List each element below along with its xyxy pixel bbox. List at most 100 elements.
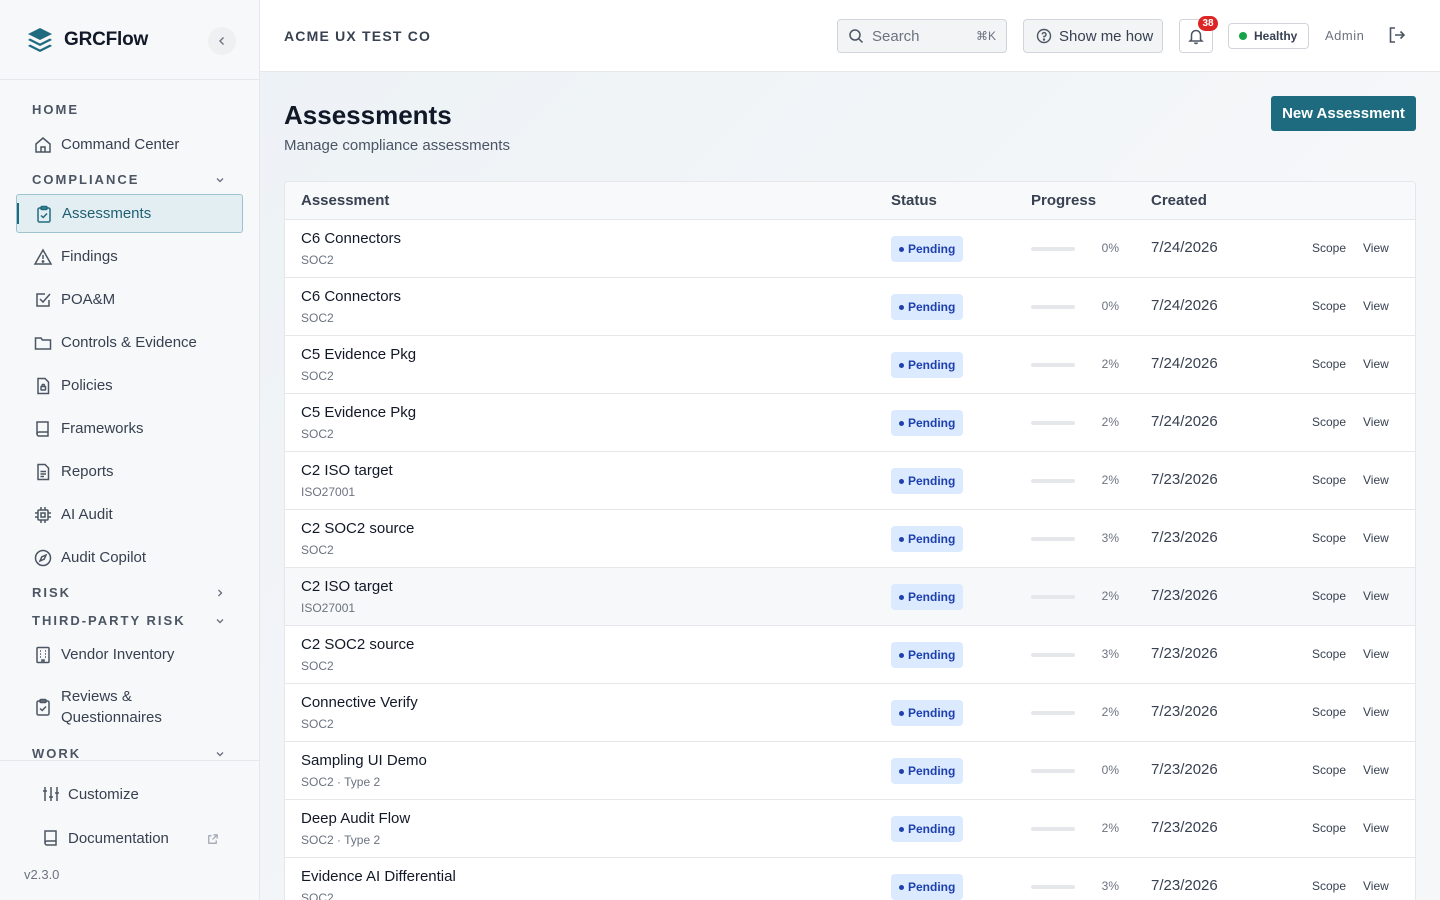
show-me-how-button[interactable]: Show me how [1023,19,1163,53]
sidebar-item-reviews-questionnaires[interactable]: Reviews & Questionnaires [16,683,243,731]
scope-button[interactable]: Scope [1312,821,1346,835]
status-badge: Pending [891,526,964,552]
column-assessment[interactable]: Assessment [301,192,389,209]
assessment-name[interactable]: C6 Connectors [301,230,401,247]
view-button[interactable]: View [1363,821,1389,835]
chevron-right-icon[interactable] [212,585,228,601]
sidebar-item-findings[interactable]: Findings [16,237,243,276]
view-button[interactable]: View [1363,357,1389,371]
grcflow-logo-icon[interactable] [24,24,56,56]
customize-label: Customize [68,785,139,803]
assessment-name[interactable]: C2 SOC2 source [301,636,414,653]
assessment-name[interactable]: C2 SOC2 source [301,520,414,537]
table-row[interactable]: Deep Audit Flow SOC2 · Type 2 Pending 2% 7/2… [285,800,1415,858]
assessment-name[interactable]: C6 Connectors [301,288,401,305]
scope-button[interactable]: Scope [1312,241,1346,255]
search-button[interactable]: Search ⌘K [837,19,1007,53]
sidebar-item-assessments[interactable]: Assessments [16,194,243,233]
scope-button[interactable]: Scope [1312,879,1346,893]
sidebar-item-audit-copilot[interactable]: Audit Copilot [16,538,243,577]
search-placeholder: Search [872,27,920,45]
sidebar-item-frameworks[interactable]: Frameworks [16,409,243,448]
scope-button[interactable]: Scope [1312,763,1346,777]
scope-button[interactable]: Scope [1312,589,1346,603]
status-dot-icon [899,362,904,368]
sidebar-item-ai-audit[interactable]: AI Audit [16,495,243,534]
assessment-name[interactable]: C2 ISO target [301,462,393,479]
table-row[interactable]: C2 ISO target ISO27001 Pending 2% 7/23/2026 S… [285,452,1415,510]
chevron-down-icon[interactable] [212,746,228,760]
collapse-sidebar-button[interactable] [208,27,236,55]
table-row[interactable]: C5 Evidence Pkg SOC2 Pending 2% 7/24/2026 Sco… [285,394,1415,452]
scope-button[interactable]: Scope [1312,299,1346,313]
table-row[interactable]: C6 Connectors SOC2 Pending 0% 7/24/2026 Scope… [285,278,1415,336]
column-status[interactable]: Status [891,192,937,209]
progress-bar [1031,769,1075,773]
organization-name[interactable]: ACME UX TEST CO [284,28,431,44]
customize-button[interactable]: Customize [40,783,139,805]
status-badge: Pending [891,468,964,494]
app-name[interactable]: GRCFlow [64,29,148,51]
assessment-name[interactable]: Connective Verify [301,694,418,711]
scope-button[interactable]: Scope [1312,647,1346,661]
column-created[interactable]: Created [1151,192,1207,209]
assessment-name[interactable]: Sampling UI Demo [301,752,427,769]
progress-percent: 2% [1101,357,1119,371]
status-dot-icon [899,478,904,484]
sidebar-item-policies[interactable]: Policies [16,366,243,405]
created-date: 7/23/2026 [1151,587,1218,604]
created-date: 7/23/2026 [1151,645,1218,662]
view-button[interactable]: View [1363,647,1389,661]
reviews-line-1: Reviews & [61,688,132,705]
table-row[interactable]: C2 SOC2 source SOC2 Pending 3% 7/23/2026 Scop… [285,510,1415,568]
table-row[interactable]: C2 SOC2 source SOC2 Pending 3% 7/23/2026 Scop… [285,626,1415,684]
assessment-name[interactable]: C2 ISO target [301,578,393,595]
view-button[interactable]: View [1363,241,1389,255]
table-row[interactable]: Connective Verify SOC2 Pending 2% 7/23/2026 S… [285,684,1415,742]
assessment-name[interactable]: C5 Evidence Pkg [301,404,416,421]
view-button[interactable]: View [1363,531,1389,545]
view-button[interactable]: View [1363,473,1389,487]
chevron-down-icon[interactable] [212,613,228,629]
column-progress[interactable]: Progress [1031,192,1096,209]
sidebar-item-command-center[interactable]: Command Center [16,125,243,164]
table-row[interactable]: C2 ISO target ISO27001 Pending 2% 7/23/2026 S… [285,568,1415,626]
status-badge: Pending [891,584,964,610]
user-role[interactable]: Admin [1325,28,1364,43]
view-button[interactable]: View [1363,415,1389,429]
assessment-name[interactable]: Evidence AI Differential [301,868,456,885]
view-button[interactable]: View [1363,879,1389,893]
scope-button[interactable]: Scope [1312,531,1346,545]
view-button[interactable]: View [1363,299,1389,313]
health-status-badge[interactable]: Healthy [1228,23,1309,49]
sidebar-item-reports[interactable]: Reports [16,452,243,491]
building-icon [32,644,54,666]
chevron-down-icon[interactable] [212,172,228,188]
new-assessment-button[interactable]: New Assessment [1271,96,1416,131]
sidebar-item-vendor-inventory[interactable]: Vendor Inventory [16,635,243,674]
table-row[interactable]: C5 Evidence Pkg SOC2 Pending 2% 7/24/2026 Sco… [285,336,1415,394]
scope-button[interactable]: Scope [1312,357,1346,371]
assessment-name[interactable]: C5 Evidence Pkg [301,346,416,363]
section-work[interactable]: WORK [32,746,81,760]
app-version: v2.3.0 [24,867,60,882]
scope-button[interactable]: Scope [1312,473,1346,487]
table-row[interactable]: C6 Connectors SOC2 Pending 0% 7/24/2026 Scope… [285,220,1415,278]
scope-button[interactable]: Scope [1312,705,1346,719]
logout-icon[interactable] [1386,24,1408,51]
view-button[interactable]: View [1363,763,1389,777]
section-third-party-risk[interactable]: THIRD-PARTY RISK [32,613,186,628]
assessment-name[interactable]: Deep Audit Flow [301,810,410,827]
section-risk[interactable]: RISK [32,585,71,600]
table-row[interactable]: Sampling UI Demo SOC2 · Type 2 Pending 0% 7/… [285,742,1415,800]
view-button[interactable]: View [1363,705,1389,719]
created-date: 7/23/2026 [1151,761,1218,778]
scope-button[interactable]: Scope [1312,415,1346,429]
sidebar-item-poam[interactable]: POA&M [16,280,243,319]
sidebar-item-controls-evidence[interactable]: Controls & Evidence [16,323,243,362]
status-label: Pending [908,416,956,430]
table-row[interactable]: Evidence AI Differential SOC2 Pending 3% 7/2… [285,858,1415,900]
view-button[interactable]: View [1363,589,1389,603]
documentation-link[interactable]: Documentation [40,827,169,849]
section-compliance[interactable]: COMPLIANCE [32,172,139,187]
